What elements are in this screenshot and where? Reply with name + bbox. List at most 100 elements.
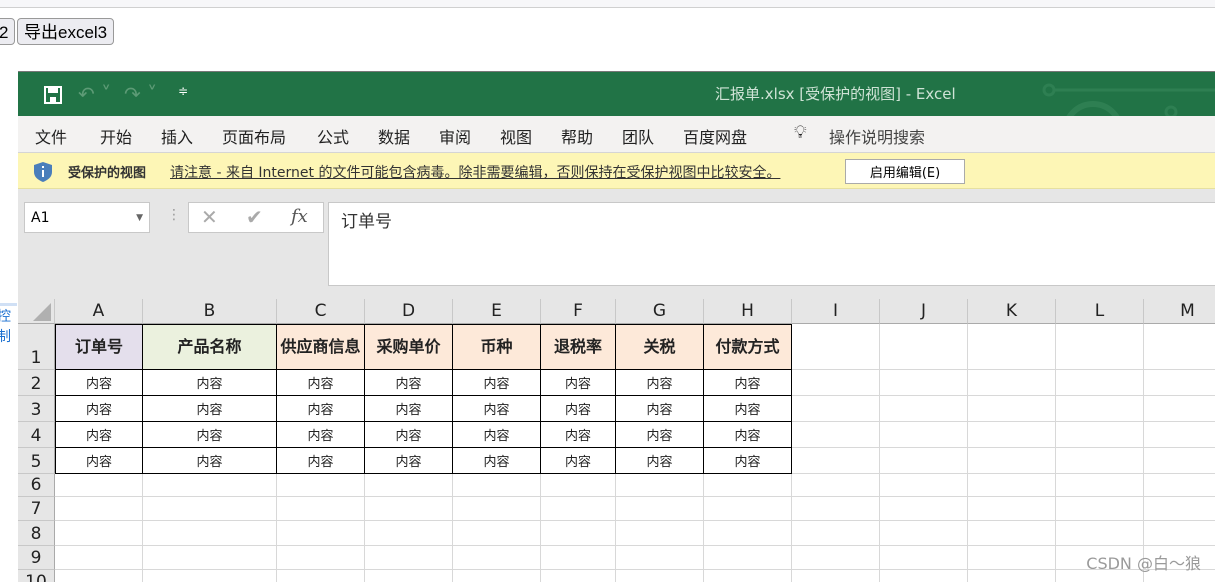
- cell[interactable]: [1144, 448, 1215, 474]
- data-cell[interactable]: 内容: [143, 448, 277, 474]
- cell[interactable]: [55, 546, 143, 570]
- enter-check-icon[interactable]: ✔: [246, 205, 263, 229]
- cell[interactable]: [792, 546, 880, 570]
- row-header-5[interactable]: 5: [18, 448, 55, 474]
- menu-insert[interactable]: 插入: [161, 124, 193, 148]
- cell[interactable]: [880, 396, 968, 422]
- cancel-icon[interactable]: ✕: [201, 205, 218, 229]
- data-cell[interactable]: 内容: [55, 422, 143, 448]
- cell[interactable]: [365, 497, 453, 521]
- customize-icon[interactable]: ≑: [178, 84, 188, 98]
- worksheet-grid[interactable]: A B C D E F G H I J K L M 1 2 3 4 5 6 7 8 9 10 订单号 产品名称 供应商信息 采购单价…: [18, 299, 1215, 582]
- data-cell[interactable]: 内容: [541, 370, 616, 396]
- cell[interactable]: [792, 474, 880, 497]
- data-cell[interactable]: 内容: [453, 370, 541, 396]
- save-icon[interactable]: [44, 86, 62, 104]
- row-header-1[interactable]: 1: [18, 324, 55, 370]
- column-header-G[interactable]: G: [616, 299, 704, 324]
- menu-file[interactable]: 文件: [35, 124, 67, 148]
- chevron-down-icon[interactable]: ▼: [136, 203, 143, 234]
- cell[interactable]: [365, 474, 453, 497]
- cell[interactable]: [541, 570, 616, 582]
- data-cell[interactable]: 内容: [55, 448, 143, 474]
- menu-formulas[interactable]: 公式: [317, 124, 349, 148]
- data-cell[interactable]: 内容: [143, 370, 277, 396]
- cell[interactable]: [792, 570, 880, 582]
- column-header-A[interactable]: A: [55, 299, 143, 324]
- data-cell[interactable]: 内容: [453, 396, 541, 422]
- menu-view[interactable]: 视图: [500, 124, 532, 148]
- cell[interactable]: [277, 521, 365, 546]
- menu-home[interactable]: 开始: [100, 124, 132, 148]
- data-cell[interactable]: 内容: [704, 422, 792, 448]
- cell[interactable]: [277, 497, 365, 521]
- cell[interactable]: [453, 474, 541, 497]
- select-all-corner[interactable]: [18, 299, 55, 324]
- data-cell[interactable]: 内容: [616, 448, 704, 474]
- row-header-7[interactable]: 7: [18, 497, 55, 521]
- cell[interactable]: [1144, 521, 1215, 546]
- data-cell[interactable]: 内容: [143, 396, 277, 422]
- header-cell[interactable]: 产品名称: [143, 324, 277, 370]
- name-box[interactable]: A1 ▼: [24, 202, 150, 233]
- cell[interactable]: [143, 546, 277, 570]
- cell[interactable]: [365, 546, 453, 570]
- header-cell[interactable]: 付款方式: [704, 324, 792, 370]
- column-header-B[interactable]: B: [143, 299, 277, 324]
- data-cell[interactable]: 内容: [277, 422, 365, 448]
- cell[interactable]: [704, 497, 792, 521]
- cell[interactable]: [55, 521, 143, 546]
- cell[interactable]: [704, 521, 792, 546]
- cell[interactable]: [453, 546, 541, 570]
- cell[interactable]: [365, 521, 453, 546]
- cell[interactable]: [880, 422, 968, 448]
- protected-message[interactable]: 请注意 - 来自 Internet 的文件可能包含病毒。除非需要编辑，否则保持在…: [170, 162, 780, 182]
- cell[interactable]: [1056, 474, 1144, 497]
- cell[interactable]: [55, 474, 143, 497]
- data-cell[interactable]: 内容: [55, 370, 143, 396]
- cell[interactable]: [968, 521, 1056, 546]
- data-cell[interactable]: 内容: [616, 422, 704, 448]
- cell[interactable]: [1056, 448, 1144, 474]
- insert-function-icon[interactable]: fx: [291, 206, 308, 227]
- header-cell[interactable]: 退税率: [541, 324, 616, 370]
- cell[interactable]: [880, 448, 968, 474]
- menu-baidu[interactable]: 百度网盘: [683, 124, 747, 148]
- menu-team[interactable]: 团队: [622, 124, 654, 148]
- cell[interactable]: [143, 570, 277, 582]
- cell[interactable]: [968, 570, 1056, 582]
- cell[interactable]: [616, 570, 704, 582]
- row-header-8[interactable]: 8: [18, 521, 55, 546]
- data-cell[interactable]: 内容: [704, 370, 792, 396]
- header-cell[interactable]: 供应商信息: [277, 324, 365, 370]
- cell[interactable]: [541, 546, 616, 570]
- cell[interactable]: [704, 474, 792, 497]
- cell[interactable]: [968, 396, 1056, 422]
- cell[interactable]: [1144, 474, 1215, 497]
- cell[interactable]: [1056, 497, 1144, 521]
- formula-bar[interactable]: 订单号: [328, 202, 1215, 286]
- cell[interactable]: [880, 521, 968, 546]
- cell[interactable]: [880, 370, 968, 396]
- cell[interactable]: [365, 570, 453, 582]
- cell[interactable]: [616, 474, 704, 497]
- column-header-F[interactable]: F: [541, 299, 616, 324]
- cell[interactable]: [1056, 422, 1144, 448]
- cell[interactable]: [792, 396, 880, 422]
- cell[interactable]: [277, 570, 365, 582]
- undo-icon[interactable]: ↶ ˅: [78, 82, 111, 106]
- export-excel3-button[interactable]: 导出excel3: [17, 18, 115, 45]
- cell[interactable]: [1144, 497, 1215, 521]
- cell[interactable]: [143, 521, 277, 546]
- column-header-E[interactable]: E: [453, 299, 541, 324]
- cell[interactable]: [143, 497, 277, 521]
- menu-page-layout[interactable]: 页面布局: [222, 124, 286, 148]
- cell[interactable]: [792, 324, 880, 370]
- cell[interactable]: [792, 521, 880, 546]
- cell[interactable]: [541, 521, 616, 546]
- cell[interactable]: [880, 570, 968, 582]
- cell[interactable]: [968, 324, 1056, 370]
- cell[interactable]: [792, 422, 880, 448]
- cell[interactable]: [704, 570, 792, 582]
- data-cell[interactable]: 内容: [704, 396, 792, 422]
